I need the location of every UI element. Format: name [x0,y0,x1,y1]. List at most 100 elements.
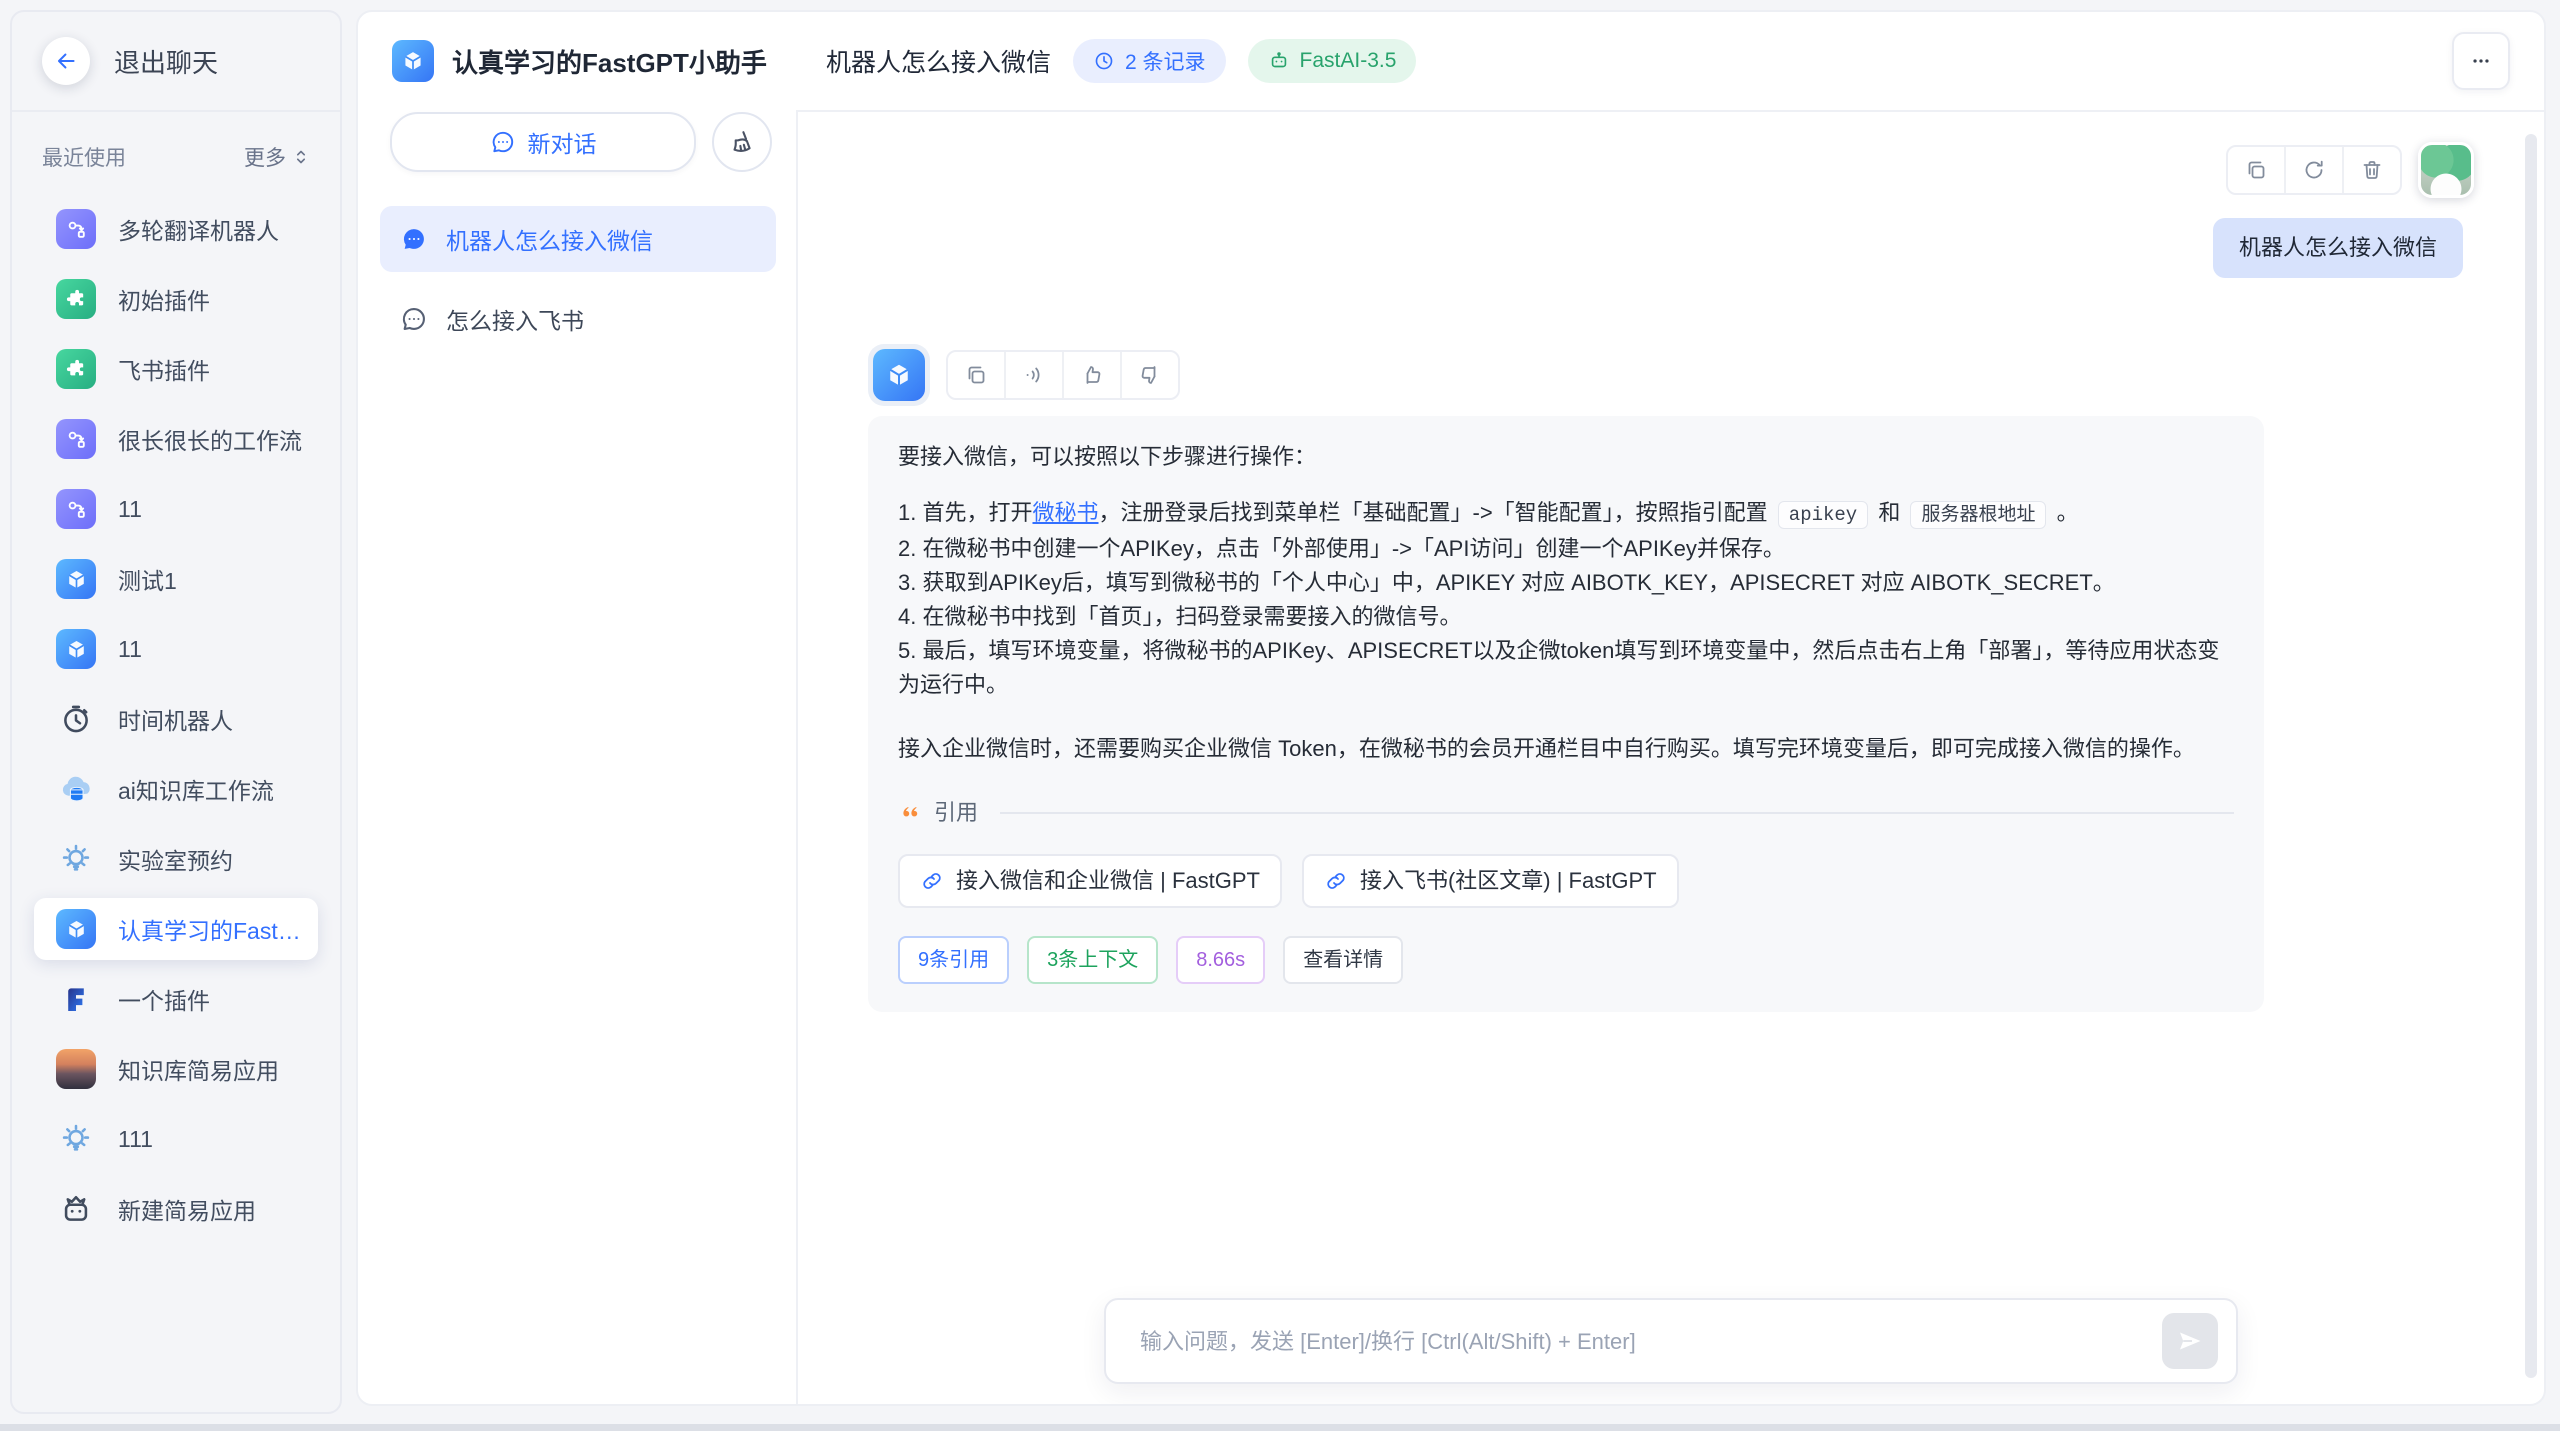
app-title: 认真学习的FastGPT小助手 [452,43,767,80]
sidebar-item[interactable]: 多轮翻译机器人 [34,198,318,260]
read-aloud-button[interactable] [1004,352,1062,398]
chat-header: 机器人怎么接入微信 2 条记录 FastAI-3.5 [798,12,2544,112]
plugin-icon [56,279,96,319]
sidebar-item[interactable]: ai知识库工作流 [34,758,318,820]
chat-title: 机器人怎么接入微信 [826,43,1051,79]
sidebar-item-label: 11 [118,496,142,523]
model-badge: FastAI-3.5 [1248,39,1417,83]
more-apps-button[interactable]: 更多 [244,142,312,172]
thumbs-down-icon [1138,363,1162,387]
sidebar-item-label: 实验室预约 [118,842,233,876]
bulb-icon [56,839,96,879]
sidebar-item[interactable]: 11 [34,618,318,680]
send-button[interactable] [2162,1313,2218,1369]
chat-history-list: 机器人怎么接入微信怎么接入飞书 [358,172,798,352]
records-badge: 2 条记录 [1073,39,1226,83]
app-sidebar: 退出聊天 最近使用 更多 多轮翻译机器人初始插件飞书插件很长很长的工作流11测试… [10,10,342,1414]
inline-code: apikey [1778,501,1868,529]
history-item-active[interactable]: 机器人怎么接入微信 [380,206,776,272]
chat-more-button[interactable] [2452,32,2510,90]
meta-tag[interactable]: 9条引用 [898,936,1009,984]
retry-button[interactable] [2284,147,2342,193]
assistant-message-card: 要接入微信，可以按照以下步骤进行操作： 1. 首先，打开微秘书，注册登录后找到菜… [868,416,2264,1012]
copy-icon [2244,158,2268,182]
meta-tag[interactable]: 查看详情 [1283,936,1403,984]
chat-body: 机器人怎么接入微信 [798,112,2544,1404]
clock-icon [1093,50,1115,72]
more-label: 更多 [244,142,286,172]
history-item[interactable]: 怎么接入飞书 [380,286,776,352]
sidebar-item[interactable]: 测试1 [34,548,318,610]
copy-button[interactable] [2228,147,2284,193]
retry-icon [2302,158,2326,182]
sidebar-item-selected[interactable]: 认真学习的FastGPT... [34,898,318,960]
app-cube-icon [392,40,434,82]
sidebar-item-label: 很长很长的工作流 [118,422,302,456]
app-list: 多轮翻译机器人初始插件飞书插件很长很长的工作流 11 测试1 11 时间机器人 ai知识库… [12,182,340,1412]
meta-tag[interactable]: 3条上下文 [1027,936,1158,984]
message-input[interactable] [1140,1300,2162,1382]
sidebar-item-label: 时间机器人 [118,702,233,736]
sidebar-item-label: ai知识库工作流 [118,772,274,806]
citation-chip[interactable]: 接入微信和企业微信 | FastGPT [898,854,1282,908]
conversation-actions: 新对话 [358,82,798,172]
assistant-step: 1. 首先，打开微秘书，注册登录后找到菜单栏「基础配置」->「智能配置」，按照指… [898,496,2234,532]
clear-history-button[interactable] [712,112,772,172]
assistant-avatar [873,349,925,401]
link-icon [1324,869,1348,893]
assistant-avatar-ring [868,344,930,406]
robot-icon [1268,50,1290,72]
workflow-icon [56,209,96,249]
sidebar-item[interactable]: 时间机器人 [34,688,318,750]
chat-scrollbar[interactable] [2525,134,2537,1378]
assistant-closing: 接入企业微信时，还需要购买企业微信 Token，在微秘书的会员开通栏目中自行购买… [898,732,2234,766]
robot-icon [56,1189,96,1229]
sidebar-item-label: 初始插件 [118,282,210,316]
main-panel: 认真学习的FastGPT小助手 新对话 机器人怎么接入微信怎么接入飞书 机器人怎… [356,10,2546,1406]
sidebar-item[interactable]: 111 [34,1108,318,1170]
sidebar-item[interactable]: 新建简易应用 [34,1178,318,1240]
copy-button[interactable] [948,352,1004,398]
thumbs-down-button[interactable] [1120,352,1178,398]
workflow-icon [56,489,96,529]
message-input-bar [1104,1298,2238,1384]
exit-chat-button[interactable] [42,37,90,85]
sidebar-item[interactable]: 11 [34,478,318,540]
ellipsis-icon [2468,48,2494,74]
sidebar-item[interactable]: 初始插件 [34,268,318,330]
delete-button[interactable] [2342,147,2400,193]
sidebar-item[interactable]: 实验室预约 [34,828,318,890]
assistant-step: 5. 最后，填写环境变量，将微秘书的APIKey、APISECRET以及企微to… [898,634,2234,702]
assistant-intro: 要接入微信，可以按照以下步骤进行操作： [898,440,2234,474]
records-badge-label: 2 条记录 [1125,46,1206,76]
response-meta-tags: 9条引用 3条上下文 8.66s 查看详情 [898,936,2234,984]
sidebar-item-label: 一个插件 [118,982,210,1016]
cloud-db-icon [56,769,96,809]
user-message: 机器人怎么接入微信 [868,142,2474,278]
citation-label: 接入微信和企业微信 | FastGPT [956,864,1260,898]
quote-section-header: 引用 [898,796,2234,830]
sidebar-item-label: 111 [118,1126,153,1153]
sidebar-item[interactable]: 飞书插件 [34,338,318,400]
thumbs-up-button[interactable] [1062,352,1120,398]
new-chat-label: 新对话 [528,125,597,159]
cube-icon [56,629,96,669]
chat-bubble-icon [490,129,516,155]
window-bottom-edge [0,1424,2560,1431]
bulb-icon [56,1119,96,1159]
user-message-bubble: 机器人怎么接入微信 [2213,218,2463,278]
citation-chip[interactable]: 接入飞书(社区文章) | FastGPT [1302,854,1679,908]
sidebar-item-label: 多轮翻译机器人 [118,212,279,246]
model-badge-label: FastAI-3.5 [1300,49,1397,73]
sidebar-item[interactable]: 很长很长的工作流 [34,408,318,470]
plugin-icon [56,349,96,389]
assistant-steps: 1. 首先，打开微秘书，注册登录后找到菜单栏「基础配置」->「智能配置」，按照指… [898,496,2234,702]
sidebar-item-label: 飞书插件 [118,352,210,386]
meta-tag[interactable]: 8.66s [1176,936,1265,984]
sidebar-item[interactable]: 一个插件 [34,968,318,1030]
clock-icon [56,699,96,739]
new-chat-button[interactable]: 新对话 [390,112,696,172]
inline-link[interactable]: 微秘书 [1032,500,1098,525]
sidebar-item[interactable]: 知识库简易应用 [34,1038,318,1100]
assistant-message-actions [946,350,1180,400]
